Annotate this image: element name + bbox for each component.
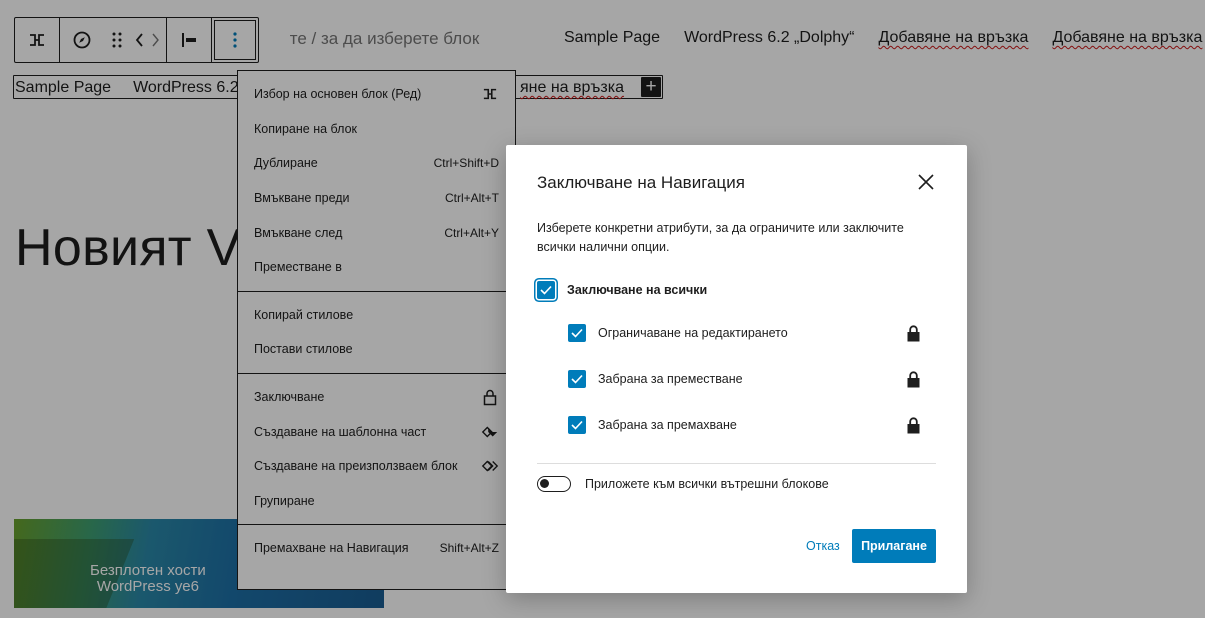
prevent-removal-checkbox[interactable]	[568, 416, 586, 434]
lock-icon	[905, 370, 921, 388]
lock-all-label: Заключване на всички	[567, 283, 708, 297]
restrict-editing-label: Ограничаване на редактирането	[598, 326, 788, 340]
apply-inner-blocks-toggle[interactable]	[537, 476, 571, 492]
lock-navigation-dialog: Заключване на Навигация Изберете конкрет…	[506, 145, 967, 593]
close-icon[interactable]	[914, 170, 938, 194]
toggle-knob	[540, 479, 549, 488]
disable-movement-label: Забрана за преместване	[598, 372, 743, 386]
option-row-prevent-removal: Забрана за премахване	[568, 416, 737, 434]
apply-inner-blocks-label: Приложете към всички вътрешни блокове	[585, 477, 829, 491]
dialog-divider	[537, 463, 936, 464]
dialog-description: Изберете конкретни атрибути, за да огран…	[537, 221, 904, 254]
option-row-restrict-editing: Ограничаване на редактирането	[568, 324, 788, 342]
disable-movement-checkbox[interactable]	[568, 370, 586, 388]
apply-button[interactable]: Прилагане	[852, 529, 936, 563]
option-row-disable-movement: Забрана за преместване	[568, 370, 743, 388]
cancel-button[interactable]: Отказ	[798, 529, 848, 563]
prevent-removal-label: Забрана за премахване	[598, 418, 737, 432]
lock-all-checkbox[interactable]	[537, 281, 555, 299]
restrict-editing-checkbox[interactable]	[568, 324, 586, 342]
lock-all-row: Заключване на всички	[537, 281, 707, 299]
lock-icon	[905, 324, 921, 342]
lock-icon	[905, 416, 921, 434]
apply-inner-blocks-row: Приложете към всички вътрешни блокове	[537, 476, 829, 492]
dialog-title: Заключване на Навигация	[537, 173, 745, 192]
